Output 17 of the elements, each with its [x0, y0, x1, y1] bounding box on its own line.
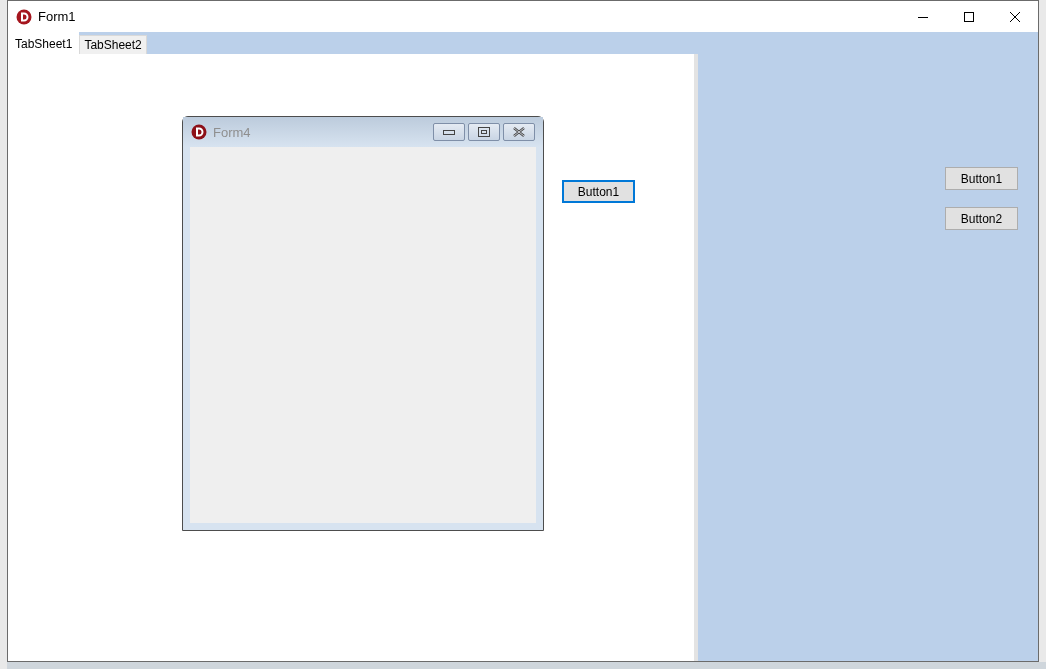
app-logo-icon — [191, 124, 207, 140]
restore-button[interactable] — [468, 123, 500, 141]
minimize-button[interactable] — [433, 123, 465, 141]
child-window-title: Form4 — [213, 124, 251, 140]
close-button[interactable] — [503, 123, 535, 141]
restore-icon — [478, 127, 490, 137]
tab[interactable]: TabSheet2 — [79, 35, 147, 54]
push-button[interactable]: Button1 — [945, 167, 1018, 190]
maximize-icon — [964, 11, 974, 22]
push-button[interactable]: Button2 — [945, 207, 1018, 230]
tab[interactable]: TabSheet1 — [8, 32, 80, 54]
close-icon — [1010, 11, 1020, 22]
push-button[interactable]: Button1 — [562, 180, 635, 203]
app-logo-icon — [16, 8, 32, 25]
close-icon — [513, 127, 525, 137]
window-title: Form1 — [38, 9, 76, 24]
minimize-icon — [443, 129, 455, 135]
